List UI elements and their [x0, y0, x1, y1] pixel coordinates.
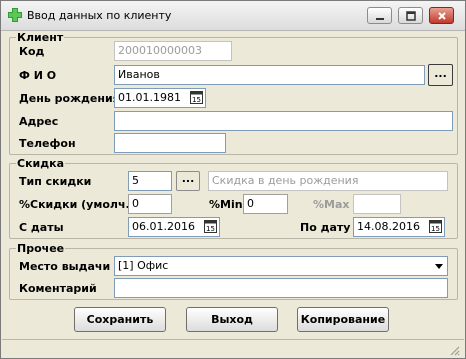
- client-legend: Клиент: [16, 31, 65, 44]
- issue-place-select[interactable]: [1] Офис: [114, 256, 448, 276]
- date-from-label: С даты: [19, 221, 64, 234]
- svg-text:15: 15: [192, 96, 201, 104]
- address-label: Адрес: [19, 115, 59, 128]
- min-label: %Min: [209, 198, 243, 211]
- max-label: %Max: [313, 198, 350, 211]
- calendar-icon[interactable]: 15: [190, 91, 203, 104]
- resize-grip-icon[interactable]: [448, 344, 460, 356]
- other-legend: Прочее: [16, 242, 66, 255]
- fio-field[interactable]: Иванов: [114, 65, 425, 85]
- close-icon: [437, 11, 446, 20]
- default-discount-field[interactable]: 0: [128, 194, 172, 214]
- discount-type-button[interactable]: ...: [176, 171, 200, 191]
- chevron-down-icon[interactable]: [432, 259, 446, 273]
- max-field[interactable]: [353, 194, 401, 214]
- title-bar[interactable]: Ввод данных по клиенту: [1, 1, 465, 31]
- discount-type-field[interactable]: 5: [128, 171, 172, 191]
- dialog-window: Ввод данных по клиенту Клиент Код 200010…: [0, 0, 466, 359]
- copy-button[interactable]: Копирование: [297, 307, 389, 332]
- minimize-icon: [375, 17, 384, 20]
- maximize-button[interactable]: [398, 7, 423, 24]
- code-label: Код: [19, 45, 45, 58]
- birthday-label: День рождения: [19, 92, 120, 105]
- comment-label: Коментарий: [19, 282, 97, 295]
- window-title: Ввод данных по клиенту: [27, 9, 172, 22]
- save-button[interactable]: Сохранить: [74, 307, 166, 332]
- status-bar: [2, 339, 464, 358]
- app-icon: [8, 8, 22, 22]
- maximize-icon: [405, 10, 416, 21]
- min-field[interactable]: 0: [243, 194, 288, 214]
- date-to-label: По дату: [300, 221, 351, 234]
- calendar-icon[interactable]: 15: [429, 220, 442, 233]
- fio-label: Ф И О: [19, 69, 57, 82]
- default-discount-label: %Скидки (умолч.): [19, 198, 135, 211]
- svg-text:15: 15: [431, 225, 440, 233]
- address-field[interactable]: [114, 111, 453, 131]
- issue-place-value: [1] Офис: [118, 259, 169, 272]
- exit-button[interactable]: Выход: [186, 307, 278, 332]
- code-field[interactable]: 200010000003: [114, 41, 232, 61]
- svg-text:15: 15: [206, 225, 215, 233]
- minimize-button[interactable]: [367, 7, 392, 24]
- discount-legend: Скидка: [16, 157, 66, 170]
- fio-select-button[interactable]: ...: [428, 64, 453, 86]
- issue-place-label: Место выдачи: [19, 260, 111, 273]
- comment-field[interactable]: [114, 278, 448, 298]
- phone-field[interactable]: [114, 133, 226, 153]
- discount-type-label: Тип скидки: [19, 175, 92, 188]
- close-button[interactable]: [429, 7, 454, 24]
- discount-type-name: Скидка в день рождения: [208, 171, 448, 191]
- phone-label: Телефон: [19, 137, 76, 150]
- calendar-icon[interactable]: 15: [204, 220, 217, 233]
